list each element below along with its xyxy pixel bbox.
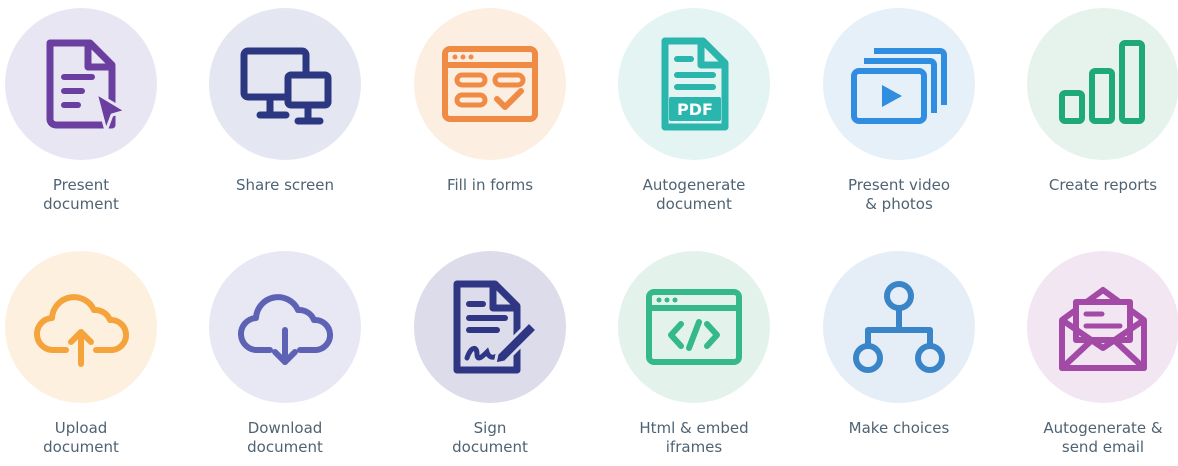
feature-upload-document[interactable]: Upload document <box>0 251 176 466</box>
fill-in-forms-icon <box>442 46 538 122</box>
cloud-upload-icon <box>34 294 130 367</box>
feature-grid: Present document Share screen Fill in fo… <box>0 0 1178 456</box>
video-photos-icon <box>851 48 947 124</box>
feature-share-screen[interactable]: Share screen <box>190 8 380 223</box>
feature-create-reports[interactable]: Create reports <box>1008 8 1178 223</box>
svg-text:PDF: PDF <box>677 100 713 119</box>
icon-circle <box>414 8 566 160</box>
feature-label: Create reports <box>1048 176 1158 194</box>
feature-autogenerate-send-email[interactable]: Autogenerate & send email <box>1008 251 1178 466</box>
icon-circle <box>1027 251 1178 403</box>
cloud-download-icon <box>238 294 334 365</box>
icon-circle <box>823 8 975 160</box>
feature-sign-document[interactable]: Sign document <box>395 251 585 466</box>
pdf-document-icon: PDF <box>661 37 729 131</box>
feature-label: Fill in forms <box>446 176 534 194</box>
feature-label: Make choices <box>848 419 950 437</box>
icon-circle <box>5 251 157 403</box>
feature-label: Share screen <box>236 176 334 194</box>
feature-label: Present document <box>43 176 119 213</box>
feature-html-embed-iframes[interactable]: Html & embed iframes <box>599 251 789 466</box>
feature-make-choices[interactable]: Make choices <box>804 251 994 466</box>
feature-fill-in-forms[interactable]: Fill in forms <box>395 8 585 223</box>
html-code-icon <box>646 289 742 365</box>
feature-label: Upload document <box>43 419 119 456</box>
feature-label: Autogenerate document <box>642 176 746 213</box>
sign-document-icon <box>453 280 539 374</box>
icon-circle <box>209 8 361 160</box>
feature-label: Html & embed iframes <box>639 419 749 456</box>
email-open-icon <box>1059 287 1147 371</box>
present-document-icon <box>46 39 128 133</box>
decision-tree-icon <box>853 281 945 373</box>
icon-circle <box>5 8 157 160</box>
share-screen-icon <box>240 47 332 125</box>
bar-chart-icon <box>1059 40 1145 124</box>
icon-circle: PDF <box>618 8 770 160</box>
feature-label: Download document <box>247 419 323 456</box>
icon-circle <box>209 251 361 403</box>
feature-download-document[interactable]: Download document <box>190 251 380 466</box>
icon-circle <box>414 251 566 403</box>
feature-label: Present video & photos <box>847 176 951 213</box>
feature-label: Autogenerate & send email <box>1043 419 1163 456</box>
icon-circle <box>823 251 975 403</box>
feature-present-document[interactable]: Present document <box>0 8 176 223</box>
feature-present-video-photos[interactable]: Present video & photos <box>804 8 994 223</box>
icon-circle <box>618 251 770 403</box>
feature-label: Sign document <box>452 419 528 456</box>
feature-autogenerate-document[interactable]: PDF Autogenerate document <box>599 8 789 223</box>
icon-circle <box>1027 8 1178 160</box>
